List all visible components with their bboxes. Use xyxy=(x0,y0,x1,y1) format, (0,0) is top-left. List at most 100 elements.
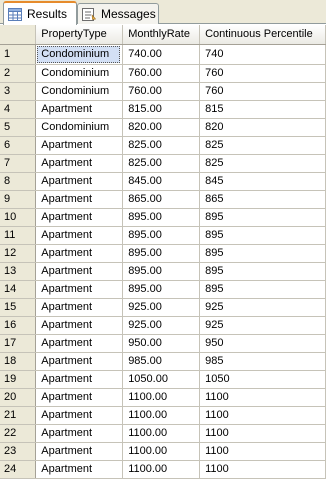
monthlyrate-cell[interactable]: 760.00 xyxy=(122,82,201,101)
table-row[interactable]: 20 Apartment 1100.00 1100 xyxy=(0,388,326,407)
percentile-cell[interactable]: 845 xyxy=(199,172,326,191)
monthlyrate-cell[interactable]: 925.00 xyxy=(122,316,201,335)
monthlyrate-cell[interactable]: 1050.00 xyxy=(122,370,201,389)
percentile-cell[interactable]: 865 xyxy=(199,190,326,209)
propertytype-cell[interactable]: Apartment xyxy=(35,442,124,461)
percentile-cell[interactable]: 815 xyxy=(199,100,326,119)
monthlyrate-cell[interactable]: 895.00 xyxy=(122,226,201,245)
row-number-cell[interactable]: 13 xyxy=(0,262,37,281)
percentile-cell[interactable]: 895 xyxy=(199,244,326,263)
row-number-cell[interactable]: 8 xyxy=(0,172,37,191)
table-row[interactable]: 17 Apartment 950.00 950 xyxy=(0,334,326,353)
table-row[interactable]: 15 Apartment 925.00 925 xyxy=(0,298,326,317)
table-row[interactable]: 13 Apartment 895.00 895 xyxy=(0,262,326,281)
table-row[interactable]: 5 Condominium 820.00 820 xyxy=(0,118,326,137)
table-row[interactable]: 4 Apartment 815.00 815 xyxy=(0,100,326,119)
percentile-cell[interactable]: 1100 xyxy=(199,442,326,461)
monthlyrate-cell[interactable]: 825.00 xyxy=(122,136,201,155)
percentile-cell[interactable]: 895 xyxy=(199,262,326,281)
percentile-cell[interactable]: 925 xyxy=(199,298,326,317)
propertytype-cell[interactable]: Apartment xyxy=(35,208,124,227)
percentile-cell[interactable]: 825 xyxy=(199,136,326,155)
propertytype-cell[interactable]: Apartment xyxy=(35,172,124,191)
propertytype-cell[interactable]: Apartment xyxy=(35,262,124,281)
row-number-cell[interactable]: 22 xyxy=(0,424,37,443)
corner-cell[interactable] xyxy=(0,25,37,45)
row-number-cell[interactable]: 17 xyxy=(0,334,37,353)
monthlyrate-cell[interactable]: 1100.00 xyxy=(122,388,201,407)
percentile-cell[interactable]: 1050 xyxy=(199,370,326,389)
monthlyrate-cell[interactable]: 895.00 xyxy=(122,280,201,299)
propertytype-cell[interactable]: Apartment xyxy=(35,316,124,335)
row-number-cell[interactable]: 5 xyxy=(0,118,37,137)
percentile-cell[interactable]: 760 xyxy=(199,82,326,101)
propertytype-cell[interactable]: Condominium xyxy=(35,44,124,65)
table-row[interactable]: 6 Apartment 825.00 825 xyxy=(0,136,326,155)
monthlyrate-cell[interactable]: 925.00 xyxy=(122,298,201,317)
row-number-cell[interactable]: 11 xyxy=(0,226,37,245)
percentile-cell[interactable]: 1100 xyxy=(199,424,326,443)
propertytype-cell[interactable]: Condominium xyxy=(35,118,124,137)
monthlyrate-cell[interactable]: 1100.00 xyxy=(122,424,201,443)
row-number-cell[interactable]: 18 xyxy=(0,352,37,371)
propertytype-cell[interactable]: Apartment xyxy=(35,370,124,389)
column-header-monthlyrate[interactable]: MonthlyRate xyxy=(122,25,201,45)
row-number-cell[interactable]: 14 xyxy=(0,280,37,299)
row-number-cell[interactable]: 1 xyxy=(0,44,37,65)
propertytype-cell[interactable]: Apartment xyxy=(35,406,124,425)
monthlyrate-cell[interactable]: 950.00 xyxy=(122,334,201,353)
propertytype-cell[interactable]: Apartment xyxy=(35,244,124,263)
table-row[interactable]: 14 Apartment 895.00 895 xyxy=(0,280,326,299)
propertytype-cell[interactable]: Apartment xyxy=(35,154,124,173)
monthlyrate-cell[interactable]: 865.00 xyxy=(122,190,201,209)
tab-results[interactable]: Results xyxy=(3,1,77,25)
propertytype-cell[interactable]: Apartment xyxy=(35,424,124,443)
percentile-cell[interactable]: 895 xyxy=(199,208,326,227)
row-number-cell[interactable]: 15 xyxy=(0,298,37,317)
table-row[interactable]: 24 Apartment 1100.00 1100 xyxy=(0,460,326,479)
monthlyrate-cell[interactable]: 895.00 xyxy=(122,208,201,227)
row-number-cell[interactable]: 9 xyxy=(0,190,37,209)
row-number-cell[interactable]: 4 xyxy=(0,100,37,119)
percentile-cell[interactable]: 820 xyxy=(199,118,326,137)
propertytype-cell[interactable]: Apartment xyxy=(35,226,124,245)
percentile-cell[interactable]: 950 xyxy=(199,334,326,353)
monthlyrate-cell[interactable]: 760.00 xyxy=(122,64,201,83)
monthlyrate-cell[interactable]: 1100.00 xyxy=(122,442,201,461)
row-number-cell[interactable]: 24 xyxy=(0,460,37,479)
row-number-cell[interactable]: 3 xyxy=(0,82,37,101)
table-row[interactable]: 19 Apartment 1050.00 1050 xyxy=(0,370,326,389)
propertytype-cell[interactable]: Apartment xyxy=(35,388,124,407)
percentile-cell[interactable]: 1100 xyxy=(199,388,326,407)
monthlyrate-cell[interactable]: 825.00 xyxy=(122,154,201,173)
table-row[interactable]: 1 Condominium 740.00 740 xyxy=(0,44,326,65)
propertytype-cell[interactable]: Condominium xyxy=(35,64,124,83)
monthlyrate-cell[interactable]: 1100.00 xyxy=(122,460,201,479)
monthlyrate-cell[interactable]: 740.00 xyxy=(122,44,201,65)
propertytype-cell[interactable]: Apartment xyxy=(35,298,124,317)
tab-messages[interactable]: Messages xyxy=(77,3,159,24)
monthlyrate-cell[interactable]: 895.00 xyxy=(122,262,201,281)
row-number-cell[interactable]: 7 xyxy=(0,154,37,173)
propertytype-cell[interactable]: Apartment xyxy=(35,352,124,371)
table-row[interactable]: 18 Apartment 985.00 985 xyxy=(0,352,326,371)
propertytype-cell[interactable]: Apartment xyxy=(35,280,124,299)
monthlyrate-cell[interactable]: 895.00 xyxy=(122,244,201,263)
monthlyrate-cell[interactable]: 820.00 xyxy=(122,118,201,137)
monthlyrate-cell[interactable]: 1100.00 xyxy=(122,406,201,425)
percentile-cell[interactable]: 925 xyxy=(199,316,326,335)
table-row[interactable]: 8 Apartment 845.00 845 xyxy=(0,172,326,191)
propertytype-cell[interactable]: Apartment xyxy=(35,334,124,353)
monthlyrate-cell[interactable]: 985.00 xyxy=(122,352,201,371)
percentile-cell[interactable]: 1100 xyxy=(199,406,326,425)
monthlyrate-cell[interactable]: 815.00 xyxy=(122,100,201,119)
row-number-cell[interactable]: 12 xyxy=(0,244,37,263)
table-row[interactable]: 9 Apartment 865.00 865 xyxy=(0,190,326,209)
propertytype-cell[interactable]: Apartment xyxy=(35,100,124,119)
row-number-cell[interactable]: 23 xyxy=(0,442,37,461)
propertytype-cell[interactable]: Apartment xyxy=(35,460,124,479)
row-number-cell[interactable]: 16 xyxy=(0,316,37,335)
row-number-cell[interactable]: 21 xyxy=(0,406,37,425)
row-number-cell[interactable]: 2 xyxy=(0,64,37,83)
monthlyrate-cell[interactable]: 845.00 xyxy=(122,172,201,191)
